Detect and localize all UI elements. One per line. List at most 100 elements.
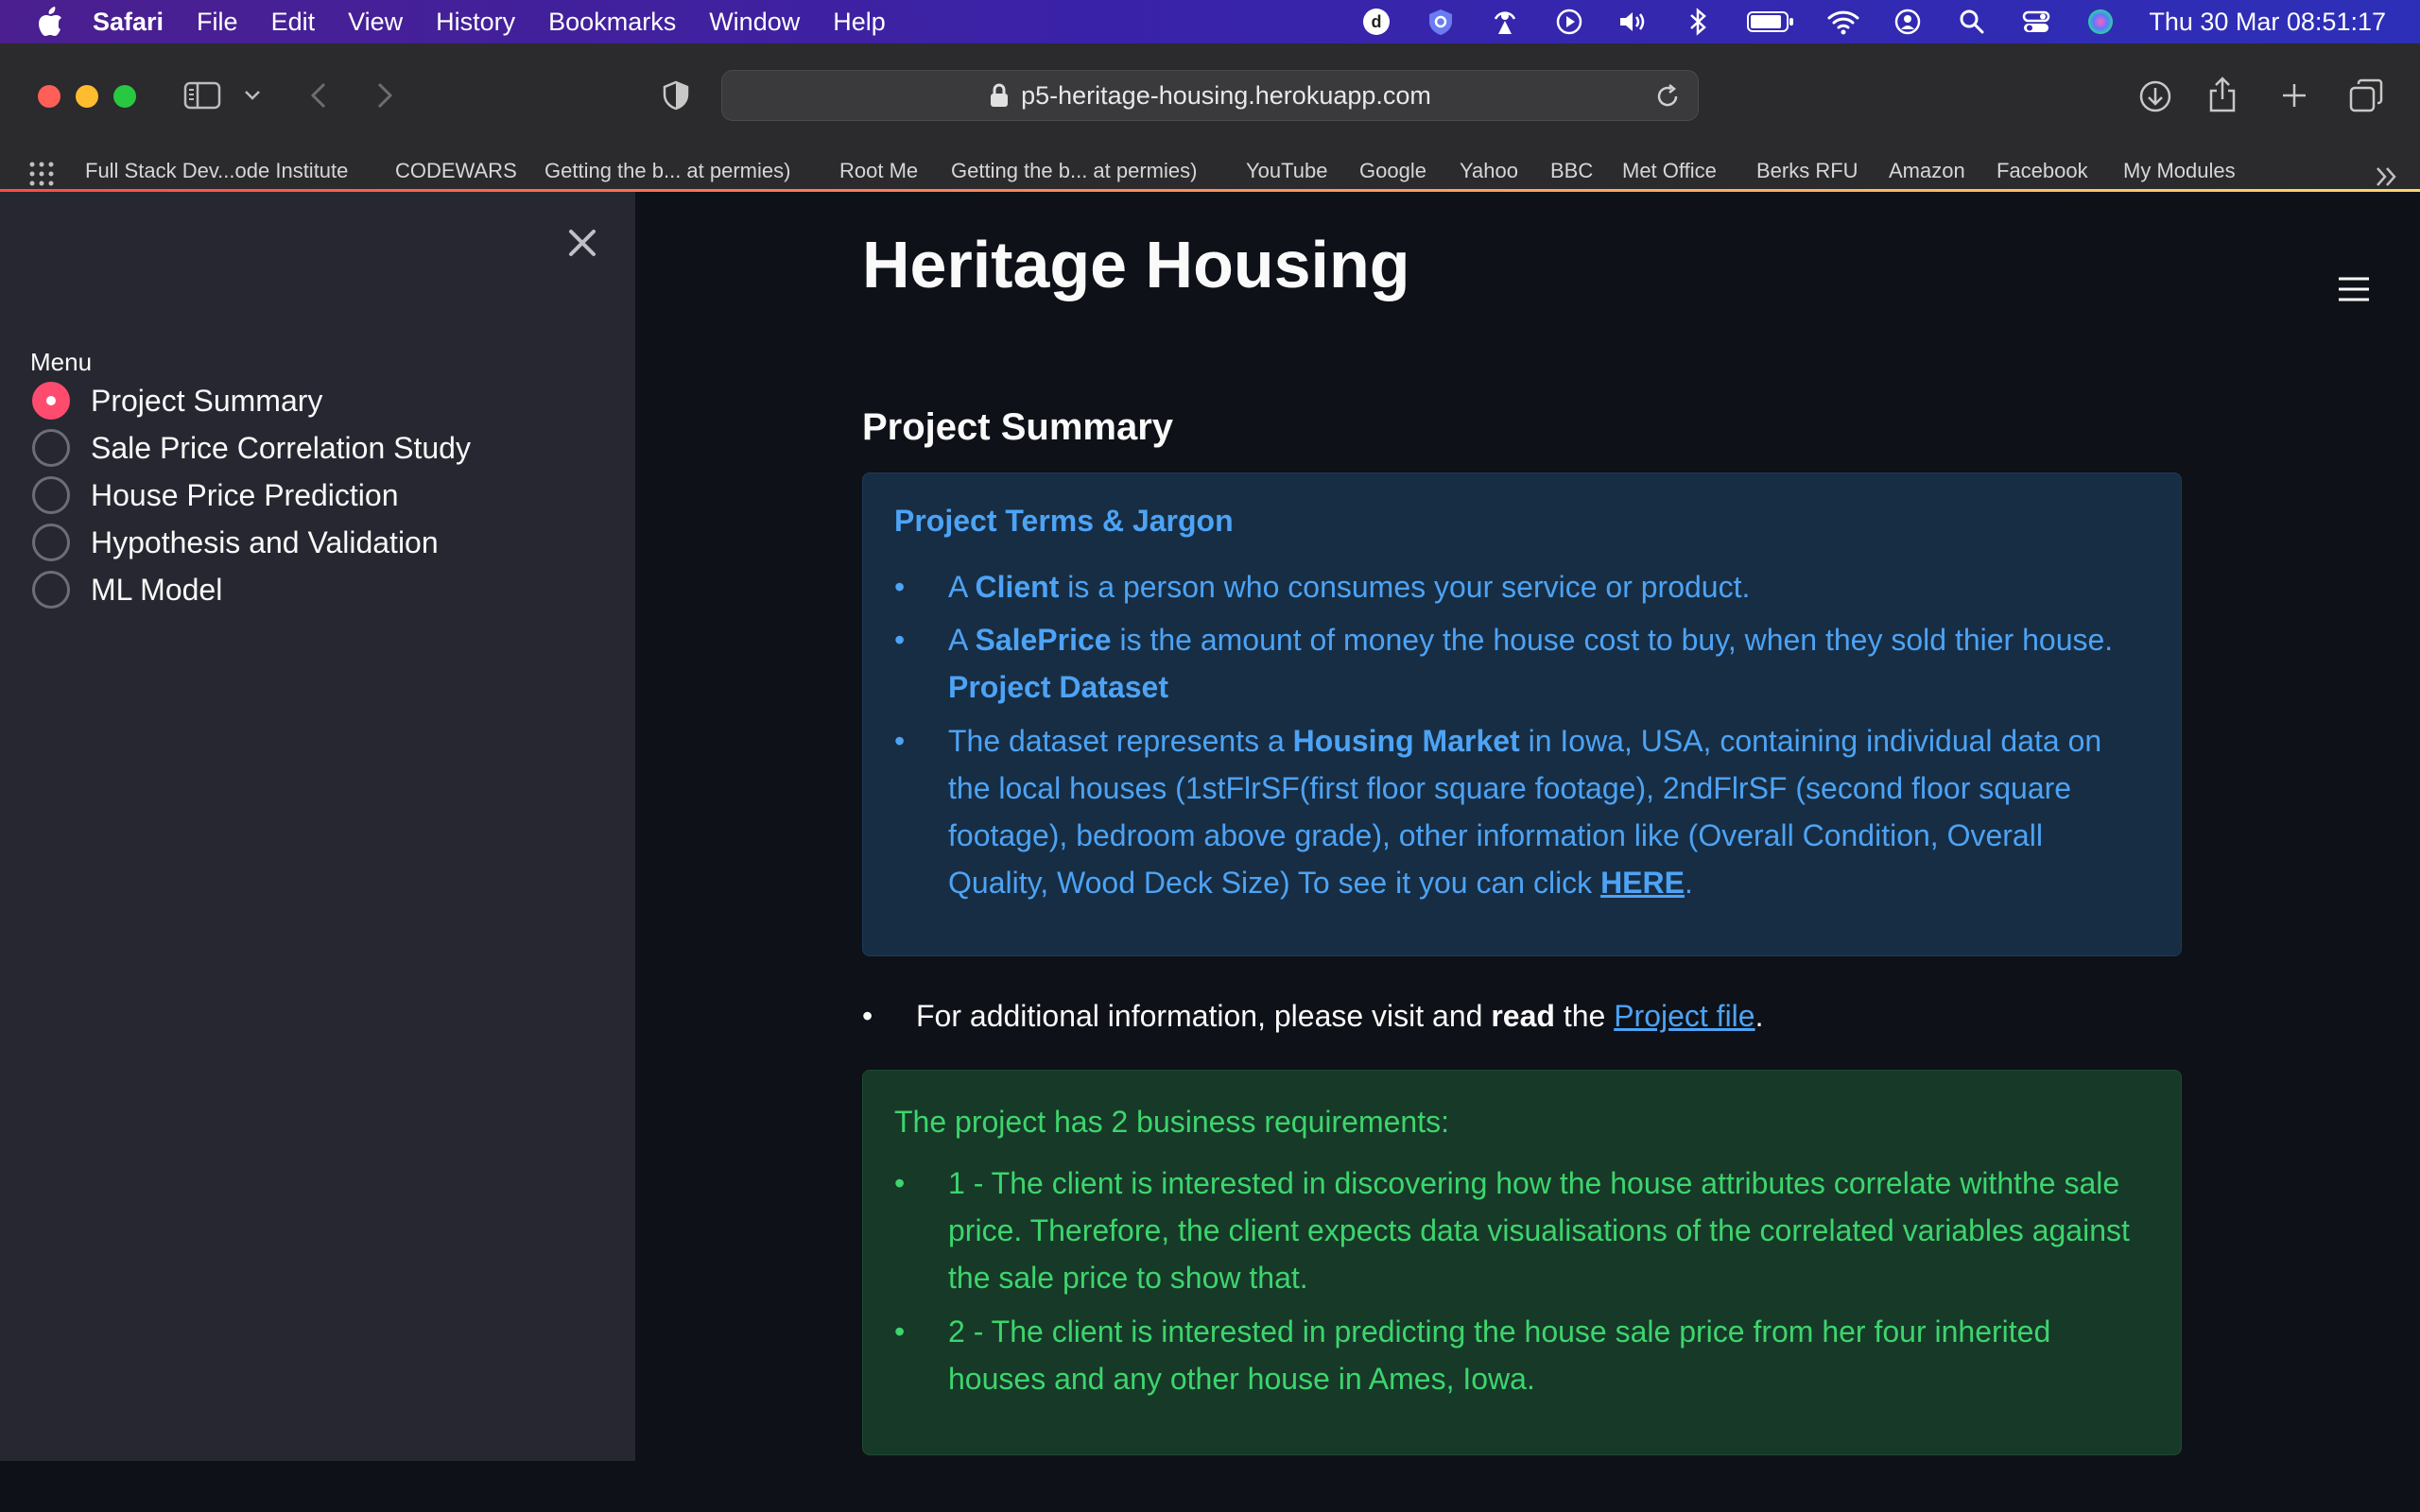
bullet-dot: • [894,1314,906,1349]
radio-button[interactable] [32,476,70,514]
nav-radio-hypothesis-validation[interactable]: Hypothesis and Validation [32,519,439,566]
play-circle-icon[interactable] [1553,6,1585,38]
wifi-icon[interactable] [1827,6,1859,38]
siri-icon[interactable] [2084,6,2117,38]
bookmark-link[interactable]: YouTube [1246,159,1327,183]
hamburger-menu-icon[interactable] [2337,276,2371,302]
dashlane-icon[interactable]: d [1360,6,1392,38]
privacy-shield-icon[interactable] [660,79,692,112]
bookmarks-grid-icon[interactable] [28,161,55,187]
term-housing-market: Housing Market [1292,724,1520,758]
battery-icon[interactable] [1746,6,1795,38]
bookmark-link[interactable]: Met Office [1622,159,1717,183]
bookmark-link[interactable]: Getting the b... at permies) [951,159,1197,183]
radio-button-selected[interactable] [32,382,70,420]
bookmark-link[interactable]: BBC [1550,159,1593,183]
sidebar-toggle-icon[interactable] [183,79,221,112]
dataset-link[interactable]: HERE [1600,866,1685,900]
project-file-link[interactable]: Project file [1614,999,1754,1033]
control-center-icon[interactable] [2020,6,2052,38]
nav-radio-sale-price-correlation[interactable]: Sale Price Correlation Study [32,424,471,472]
requirement-2: 2 - The client is interested in predicti… [948,1314,2051,1396]
zoom-window-button[interactable] [113,85,136,108]
volume-icon[interactable] [1617,6,1650,38]
forward-arrow-icon[interactable] [371,79,399,112]
bullet-dot: • [894,570,906,604]
bullet-dot: • [894,623,906,657]
menu-safari[interactable]: Safari [93,8,164,37]
macos-menu-bar: Safari File Edit View History Bookmarks … [0,0,2420,43]
info-box: Project Terms & Jargon • A Client is a p… [862,472,2182,956]
shield-status-icon[interactable] [1425,6,1457,38]
requirements-heading: The project has 2 business requirements: [894,1105,1449,1139]
nav-radio-house-price-prediction[interactable]: House Price Prediction [32,472,398,519]
term-saleprice: SalePrice [975,623,1112,657]
dataset-heading: Project Dataset [948,670,1168,704]
menu-bookmarks[interactable]: Bookmarks [548,8,676,37]
share-icon[interactable] [2206,76,2238,113]
bookmark-link[interactable]: Yahoo [1460,159,1518,183]
close-window-button[interactable] [38,85,60,108]
text: . [1754,999,1764,1033]
address-bar[interactable]: p5-heritage-housing.herokuapp.com [721,70,1699,121]
text: A [948,570,976,604]
menu-view[interactable]: View [348,8,403,37]
text: . [1684,866,1693,900]
svg-text:d: d [1372,12,1382,31]
new-tab-plus-icon[interactable] [2278,79,2310,112]
radio-label: Sale Price Correlation Study [91,430,471,465]
text: the [1554,999,1615,1033]
bluetooth-icon[interactable] [1682,6,1714,38]
tab-overview-icon[interactable] [2348,77,2384,113]
requirements-box: The project has 2 business requirements:… [862,1070,2182,1455]
menu-help[interactable]: Help [833,8,886,37]
bullet-dot: • [894,1166,906,1200]
bookmark-link[interactable]: Root Me [839,159,918,183]
radio-button[interactable] [32,571,70,609]
bookmark-link[interactable]: Google [1359,159,1426,183]
menu-file[interactable]: File [197,8,238,37]
airdrop-icon[interactable] [1489,6,1521,38]
bookmark-link[interactable]: My Modules [2123,159,2236,183]
requirement-1: 1 - The client is interested in discover… [948,1166,2130,1295]
spotlight-search-icon[interactable] [1956,6,1988,38]
radio-button[interactable] [32,524,70,561]
nav-radio-project-summary[interactable]: Project Summary [32,377,322,424]
text: is the amount of money the house cost to… [1111,623,2114,657]
text: The dataset represents a [948,724,1293,758]
sidebar: Menu Project Summary Sale Price Correlat… [0,192,635,1461]
downloads-icon[interactable] [2138,79,2172,113]
user-account-icon[interactable] [1892,6,1924,38]
radio-button[interactable] [32,429,70,467]
reload-icon[interactable] [1654,83,1681,110]
apple-logo-icon[interactable] [36,7,64,36]
info-heading: Project Terms & Jargon [894,504,1234,538]
close-sidebar-icon[interactable] [563,224,601,262]
radio-label: Project Summary [91,383,323,418]
section-subtitle: Project Summary [862,406,1174,448]
menu-label: Menu [30,348,93,376]
bookmark-link[interactable]: CODEWARS [395,159,517,183]
page-title: Heritage Housing [862,228,1410,301]
nav-radio-ml-model[interactable]: ML Model [32,566,222,613]
safari-toolbar: p5-heritage-housing.herokuapp.com [0,43,2420,147]
bookmark-link[interactable]: Facebook [1996,159,2088,183]
bookmark-link[interactable]: Berks RFU [1756,159,1858,183]
bookmark-link[interactable]: Amazon [1889,159,1965,183]
text: For additional information, please visit… [916,999,1492,1033]
more-bookmarks-chevron-icon[interactable] [2373,163,2401,191]
bullet-dot: • [862,999,873,1033]
back-arrow-icon[interactable] [304,79,333,112]
menu-window[interactable]: Window [709,8,800,37]
minimize-window-button[interactable] [76,85,98,108]
text: is a person who consumes your service or… [1059,570,1751,604]
bookmark-link[interactable]: Getting the b... at permies) [544,159,790,183]
menubar-clock[interactable]: Thu 30 Mar 08:51:17 [2149,8,2386,37]
text-bold: read [1491,999,1555,1033]
bookmark-link[interactable]: Full Stack Dev...ode Institute [85,159,348,183]
lock-icon [991,83,1009,107]
menu-edit[interactable]: Edit [271,8,316,37]
menu-history[interactable]: History [436,8,515,37]
web-page: Menu Project Summary Sale Price Correlat… [0,189,2420,1512]
chevron-down-icon[interactable] [242,85,263,106]
